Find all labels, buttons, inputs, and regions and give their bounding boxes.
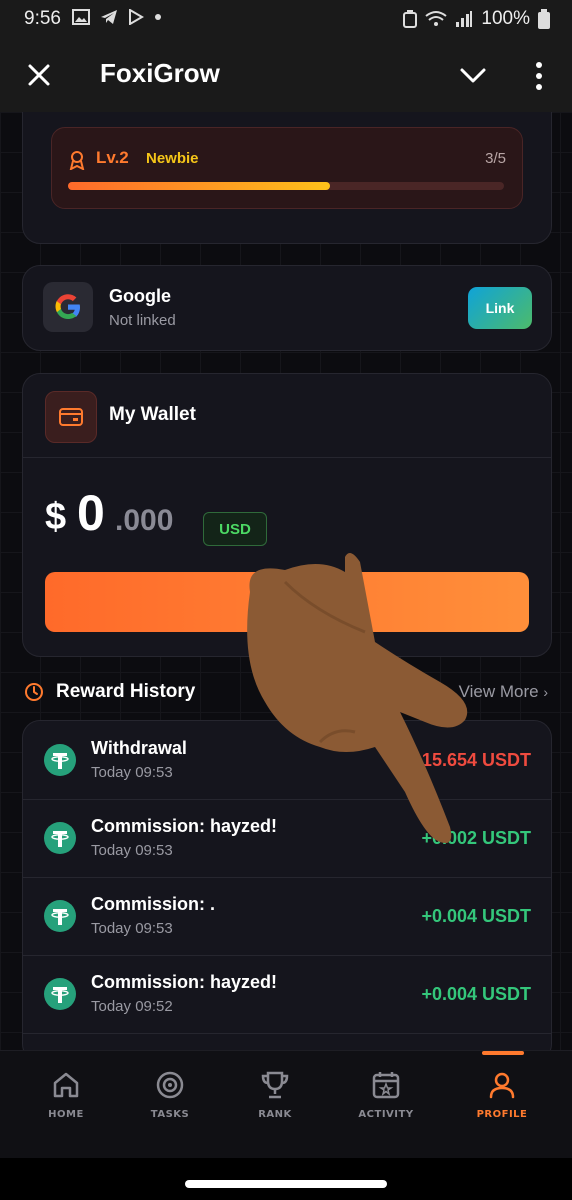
battery-saver-icon: [403, 10, 418, 28]
google-link-card: Google Not linked Link: [22, 265, 552, 351]
wifi-icon: [425, 11, 448, 26]
app-bar: FoxiGrow: [0, 38, 572, 112]
battery-percent: 100%: [481, 8, 530, 29]
wallet-divider: [23, 457, 551, 458]
dot-icon: [155, 14, 161, 20]
currency-badge[interactable]: USD: [203, 512, 267, 546]
chevron-down-icon[interactable]: [458, 62, 488, 90]
history-title: Commission: .: [91, 894, 216, 914]
history-amount: +0.004 USDT: [421, 906, 531, 926]
google-status: Not linked: [109, 312, 176, 329]
history-amount: +0.004 USDT: [421, 984, 531, 1004]
battery-icon: [538, 9, 550, 29]
tether-icon: [44, 744, 76, 776]
profile-content[interactable]: Lv.2 Newbie 3/5 Google Not linked Link M…: [0, 112, 572, 1050]
currency-symbol: $: [45, 496, 67, 538]
signal-icon: [456, 11, 473, 27]
history-title: Withdrawal: [91, 738, 187, 758]
balance-integer: 0: [77, 485, 105, 541]
level-progress-bar: [68, 182, 504, 190]
home-gesture-handle[interactable]: [185, 1180, 387, 1188]
nav-tasks[interactable]: TASKS: [130, 1069, 210, 1139]
badge-icon: [69, 151, 85, 170]
status-bar: 9:56 100%: [0, 0, 572, 38]
bottom-nav: HOME TASKS RANK ACTIVITY PROFILE: [0, 1050, 572, 1159]
target-icon: [156, 1071, 184, 1099]
level-progress-panel: Lv.2 Newbie 3/5: [51, 127, 523, 209]
google-icon: [55, 294, 80, 319]
history-time: Today 09:53: [91, 920, 173, 937]
level-label: Lv.2: [96, 148, 129, 167]
level-progress-fill: [68, 182, 330, 190]
gallery-icon: [72, 9, 90, 25]
telegram-icon: [101, 10, 117, 24]
link-google-button[interactable]: Link: [468, 287, 532, 329]
history-icon: [25, 683, 43, 701]
history-row[interactable]: Commission: . Today 09:53 +0.004 USDT: [23, 877, 551, 956]
level-card: Lv.2 Newbie 3/5: [22, 112, 552, 244]
nav-profile-label: PROFILE: [476, 1109, 528, 1120]
nav-profile[interactable]: PROFILE: [462, 1069, 542, 1139]
google-label: Google: [109, 286, 171, 306]
history-row-partial[interactable]: [23, 1033, 551, 1050]
user-icon: [489, 1072, 515, 1099]
notification-icons: [72, 9, 162, 25]
play-store-icon: [129, 9, 144, 25]
tether-icon: [44, 900, 76, 932]
level-progress-text: 3/5: [485, 150, 506, 167]
history-time: Today 09:53: [91, 842, 173, 859]
status-time: 9:56: [24, 8, 61, 29]
reward-history-title: Reward History: [56, 681, 196, 702]
nav-rank[interactable]: RANK: [235, 1069, 315, 1139]
google-logo-box: [43, 282, 93, 332]
nav-home-label: HOME: [48, 1109, 84, 1120]
home-icon: [53, 1072, 79, 1098]
system-status: 100%: [403, 8, 550, 30]
nav-activity-label: ACTIVITY: [358, 1109, 414, 1120]
close-icon[interactable]: [24, 60, 54, 90]
nav-tasks-label: TASKS: [150, 1109, 190, 1120]
wallet-icon-box: [45, 391, 97, 443]
pointing-hand-icon: [247, 553, 468, 843]
history-time: Today 09:53: [91, 764, 173, 781]
history-row[interactable]: Commission: hayzed! Today 09:52 +0.004 USD…: [23, 955, 551, 1034]
active-tab-indicator: [482, 1051, 524, 1055]
tether-icon: [44, 822, 76, 854]
more-vert-icon[interactable]: [528, 60, 550, 92]
history-title: Commission: hayzed!: [91, 972, 278, 992]
nav-activity[interactable]: ACTIVITY: [346, 1069, 426, 1139]
history-time: Today 09:52: [91, 998, 173, 1015]
balance-decimal: .000: [115, 504, 174, 537]
system-nav-bar: [0, 1158, 572, 1200]
trophy-icon: [261, 1071, 289, 1099]
wallet-title: My Wallet: [109, 404, 196, 425]
nav-rank-label: RANK: [258, 1109, 292, 1120]
level-title: Newbie: [146, 150, 199, 167]
nav-home[interactable]: HOME: [26, 1069, 106, 1139]
calendar-star-icon: [372, 1072, 400, 1099]
tether-icon: [44, 978, 76, 1010]
wallet-icon: [59, 408, 83, 426]
chevron-right-icon: ›: [543, 684, 548, 700]
app-title: FoxiGrow: [100, 58, 220, 88]
